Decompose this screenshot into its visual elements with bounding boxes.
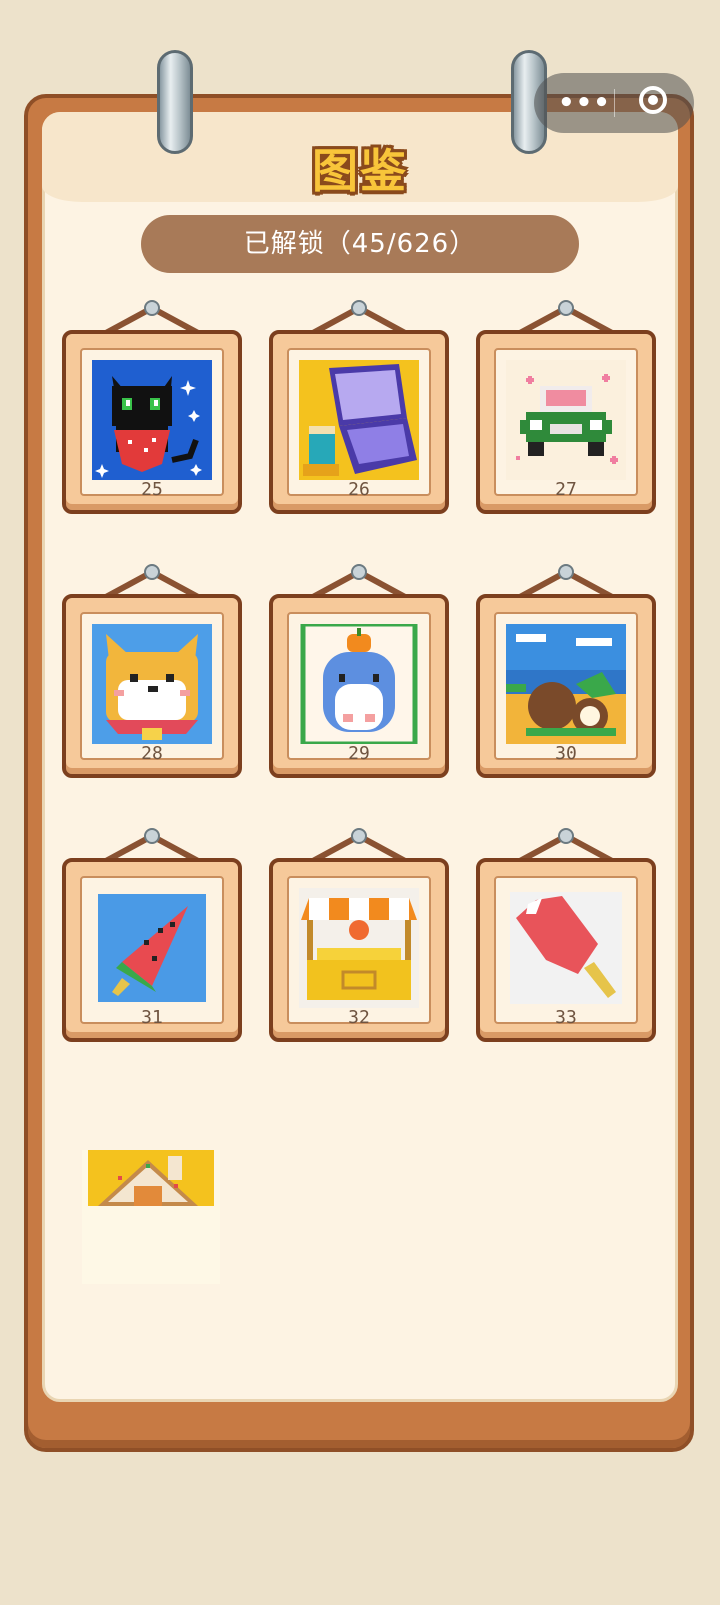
- shiba-artwork-icon: [92, 624, 212, 744]
- artwork-number: 25: [141, 479, 163, 500]
- unlocked-count-badge: 已解锁（45/626）: [141, 215, 579, 273]
- artwork-frame[interactable]: 27: [476, 300, 656, 520]
- watermelon-popsicle-icon: [98, 894, 206, 1002]
- red-popsicle-icon: [510, 892, 622, 1004]
- artwork-number: 32: [348, 1007, 370, 1028]
- artwork-frame[interactable]: 32: [269, 828, 449, 1048]
- artwork-number: 33: [555, 1007, 577, 1028]
- artwork-frame[interactable]: 26: [269, 300, 449, 520]
- artwork-frame[interactable]: 30: [476, 564, 656, 784]
- artwork-number: 30: [555, 743, 577, 764]
- artwork-frame[interactable]: 28: [62, 564, 242, 784]
- artwork-frame[interactable]: 31: [62, 828, 242, 1048]
- artwork-frame[interactable]: 25: [62, 300, 242, 520]
- market-stall-icon: [299, 888, 419, 1008]
- loading-artwork[interactable]: [82, 1150, 220, 1284]
- artwork-number: 28: [141, 743, 163, 764]
- target-icon[interactable]: [639, 86, 667, 114]
- artwork-number: 29: [348, 743, 370, 764]
- artwork-frame[interactable]: 29: [269, 564, 449, 784]
- coconut-artwork-icon: [506, 624, 626, 744]
- capsule-divider: [614, 89, 615, 117]
- more-button[interactable]: •••: [558, 90, 611, 116]
- gingerbread-house-icon: [88, 1150, 214, 1206]
- artwork-frame[interactable]: 33: [476, 828, 656, 1048]
- laptop-artwork-icon: [299, 360, 419, 480]
- artwork-number: 27: [555, 479, 577, 500]
- van-artwork-icon: [506, 360, 626, 480]
- artwork-number: 31: [141, 1007, 163, 1028]
- page-title: 图鉴: [312, 144, 408, 198]
- mini-program-capsule: •••: [534, 73, 694, 133]
- hamster-artwork-icon: [299, 624, 419, 744]
- artwork-number: 26: [348, 479, 370, 500]
- cat-artwork-icon: [92, 360, 212, 480]
